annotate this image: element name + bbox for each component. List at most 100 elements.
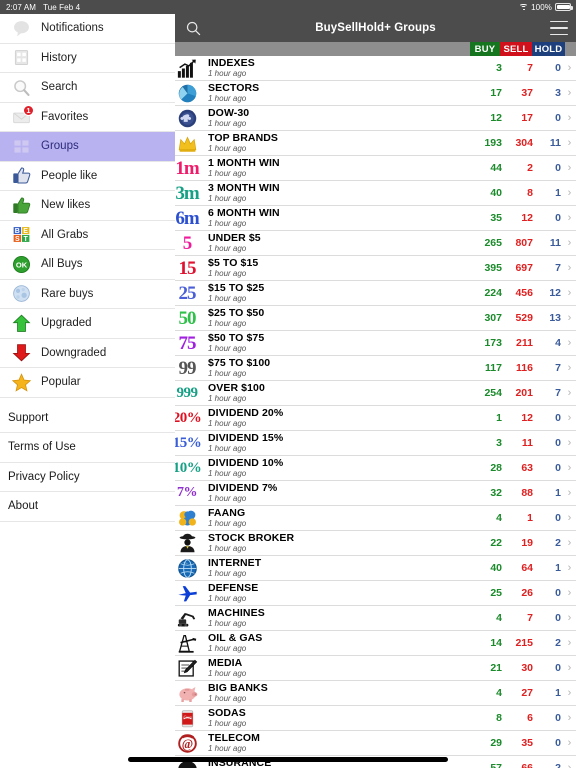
sidebar-item-history[interactable]: History bbox=[0, 44, 175, 73]
text-25: 25 bbox=[178, 282, 197, 304]
table-row[interactable]: OIL & GAS 1 hour ago 14 215 2 › bbox=[175, 631, 576, 656]
sidebar-item-favorites[interactable]: 1 Favorites bbox=[0, 103, 175, 132]
page-title: BuySellHold+ Groups bbox=[315, 22, 436, 34]
sidebar-badge: 1 bbox=[23, 104, 34, 116]
table-row[interactable]: MACHINES 1 hour ago 4 7 0 › bbox=[175, 606, 576, 631]
group-name: TELECOM bbox=[208, 731, 261, 744]
table-row[interactable]: DOW-30 1 hour ago 12 17 0 › bbox=[175, 106, 576, 131]
groups-list[interactable]: INDEXES 1 hour ago 3 7 0 › SECTORS 1 hour ago 17… bbox=[175, 56, 576, 768]
table-row[interactable]: 5 UNDER $5 1 hour ago 265 807 11 › bbox=[175, 231, 576, 256]
hold-count: 0 bbox=[555, 162, 561, 174]
text-6m: 6m bbox=[175, 207, 199, 229]
text-50: 50 bbox=[178, 307, 197, 329]
group-name: INTERNET bbox=[208, 556, 262, 569]
sell-count: 6 bbox=[527, 712, 533, 724]
row-text: 6 MONTH WIN 1 hour ago bbox=[201, 206, 475, 229]
status-bar: 2:07 AM Tue Feb 4 100% bbox=[0, 0, 576, 14]
table-row[interactable]: MEDIA 1 hour ago 21 30 0 › bbox=[175, 656, 576, 681]
table-row[interactable]: @ TELECOM 1 hour ago 29 35 0 › bbox=[175, 731, 576, 756]
best-icon: BEST bbox=[10, 224, 32, 246]
row-text: $50 TO $75 1 hour ago bbox=[201, 331, 475, 354]
sell-count: 35 bbox=[521, 737, 533, 749]
sidebar-item-groups[interactable]: Groups bbox=[0, 132, 175, 162]
row-text: OVER $100 1 hour ago bbox=[201, 382, 475, 404]
group-name: BIG BANKS bbox=[208, 681, 268, 694]
table-row[interactable]: Coca SODAS 1 hour ago 8 6 0 › bbox=[175, 706, 576, 731]
hold-count: 13 bbox=[549, 312, 561, 324]
sidebar-link-support[interactable]: Support bbox=[0, 404, 175, 433]
thumbs-up-blue-icon bbox=[10, 165, 32, 187]
table-row[interactable]: 15% DIVIDEND 15% 1 hour ago 3 11 0 › bbox=[175, 431, 576, 456]
group-name: MEDIA bbox=[208, 656, 243, 669]
sidebar-item-downgraded[interactable]: Downgraded bbox=[0, 339, 175, 368]
row-text: $75 TO $100 1 hour ago bbox=[201, 357, 475, 379]
table-row[interactable]: FAANG 1 hour ago 4 1 0 › bbox=[175, 506, 576, 531]
table-row[interactable]: 7% DIVIDEND 7% 1 hour ago 32 88 1 › bbox=[175, 481, 576, 506]
group-name: $50 TO $75 bbox=[208, 331, 265, 344]
hamburger-menu-icon[interactable] bbox=[550, 21, 568, 35]
envelope-icon: 1 bbox=[10, 104, 34, 128]
sidebar-link-privacy-policy[interactable]: Privacy Policy bbox=[0, 463, 175, 492]
table-row[interactable]: SECTORS 1 hour ago 17 37 3 › bbox=[175, 81, 576, 106]
chevron-right-icon: › bbox=[567, 536, 572, 549]
ok-icon: OK bbox=[10, 253, 32, 275]
sidebar-links: Support Terms of Use Privacy Policy About bbox=[0, 404, 175, 522]
column-header-sell: SELL bbox=[500, 42, 532, 56]
sell-count: 12 bbox=[521, 212, 533, 224]
table-row[interactable]: 20% DIVIDEND 20% 1 hour ago 1 12 0 › bbox=[175, 406, 576, 431]
table-row[interactable]: 99 $75 TO $100 1 hour ago 117 116 7 › bbox=[175, 356, 576, 381]
sidebar-item-new-likes[interactable]: New likes bbox=[0, 191, 175, 221]
sidebar-item-upgraded[interactable]: Upgraded bbox=[0, 309, 175, 339]
film-strip-icon bbox=[10, 47, 32, 69]
buy-count: 8 bbox=[496, 712, 502, 724]
table-row[interactable]: 50 $25 TO $50 1 hour ago 307 529 13 › bbox=[175, 306, 576, 331]
group-name: DEFENSE bbox=[208, 581, 259, 594]
main-panel: BuySellHold+ Groups BUY SELL HOLD INDEXE… bbox=[175, 14, 576, 768]
table-row[interactable]: 10% DIVIDEND 10% 1 hour ago 28 63 0 › bbox=[175, 456, 576, 481]
table-row[interactable]: 3m 3 MONTH WIN 1 hour ago 40 8 1 › bbox=[175, 181, 576, 206]
sidebar-link-terms-of-use[interactable]: Terms of Use bbox=[0, 433, 175, 463]
sidebar-item-all-buys[interactable]: OK All Buys bbox=[0, 250, 175, 280]
table-row[interactable]: TOP BRANDS 1 hour ago 193 304 11 › bbox=[175, 131, 576, 156]
table-row[interactable]: 15 $5 TO $15 1 hour ago 395 697 7 › bbox=[175, 256, 576, 281]
sidebar-item-search[interactable]: Search bbox=[0, 73, 175, 103]
telephone-icon: @ bbox=[175, 732, 201, 755]
table-row[interactable]: 25 $15 TO $25 1 hour ago 224 456 12 › bbox=[175, 281, 576, 306]
chevron-right-icon: › bbox=[567, 136, 572, 149]
sell-count: 26 bbox=[521, 587, 533, 599]
row-text: FAANG 1 hour ago bbox=[201, 507, 475, 529]
table-row[interactable]: DEFENSE 1 hour ago 25 26 0 › bbox=[175, 581, 576, 606]
chevron-right-icon: › bbox=[567, 336, 572, 349]
row-text: DEFENSE 1 hour ago bbox=[201, 581, 475, 604]
chevron-right-icon: › bbox=[567, 211, 572, 224]
group-name: $5 TO $15 bbox=[208, 256, 259, 269]
table-row[interactable]: 999 OVER $100 1 hour ago 254 201 7 › bbox=[175, 381, 576, 406]
svg-text:@: @ bbox=[181, 736, 192, 750]
sidebar-item-people-like[interactable]: People like bbox=[0, 162, 175, 191]
speech-bubble-icon bbox=[10, 17, 32, 39]
table-row[interactable]: INTERNET 1 hour ago 40 64 1 › bbox=[175, 556, 576, 581]
buy-count: 14 bbox=[490, 637, 502, 649]
table-row[interactable]: INDEXES 1 hour ago 3 7 0 › bbox=[175, 56, 576, 81]
buy-count: 4 bbox=[496, 512, 502, 524]
svg-text:Coca: Coca bbox=[183, 715, 191, 719]
poker-chip-icon bbox=[175, 107, 201, 130]
sidebar-link-about[interactable]: About bbox=[0, 492, 175, 522]
sidebar[interactable]: Notifications History Search 1 Favorites Grou… bbox=[0, 14, 175, 768]
buy-count: 4 bbox=[496, 687, 502, 699]
table-row[interactable]: 1m 1 MONTH WIN 1 hour ago 44 2 0 › bbox=[175, 156, 576, 181]
group-name: 6 MONTH WIN bbox=[208, 206, 280, 219]
row-text: SECTORS 1 hour ago bbox=[201, 82, 475, 104]
sell-count: 17 bbox=[521, 112, 533, 124]
sidebar-item-popular[interactable]: Popular bbox=[0, 368, 175, 398]
sidebar-item-rare-buys[interactable]: Rare buys bbox=[0, 280, 175, 309]
sidebar-item-all-grabs[interactable]: B E S T All Grabs bbox=[0, 221, 175, 250]
sidebar-item-notifications[interactable]: Notifications bbox=[0, 14, 175, 44]
table-row[interactable]: BIG BANKS 1 hour ago 4 27 1 › bbox=[175, 681, 576, 706]
text-99: 99 bbox=[178, 357, 197, 379]
buy-count: 254 bbox=[484, 387, 502, 399]
table-row[interactable]: 6m 6 MONTH WIN 1 hour ago 35 12 0 › bbox=[175, 206, 576, 231]
table-row[interactable]: STOCK BROKER 1 hour ago 22 19 2 › bbox=[175, 531, 576, 556]
hold-count: 1 bbox=[555, 562, 561, 574]
table-row[interactable]: 75 $50 TO $75 1 hour ago 173 211 4 › bbox=[175, 331, 576, 356]
